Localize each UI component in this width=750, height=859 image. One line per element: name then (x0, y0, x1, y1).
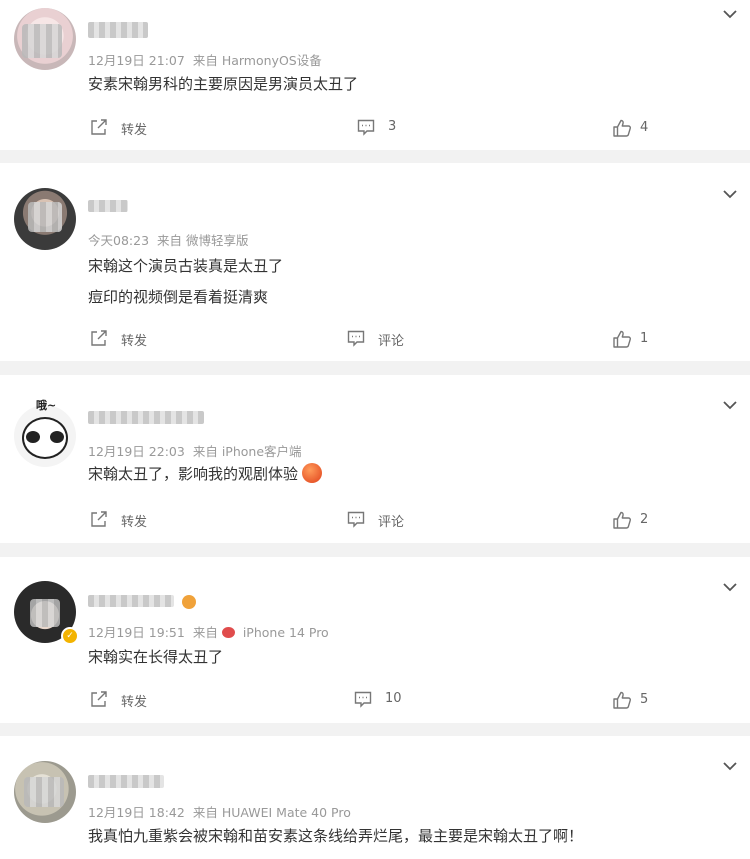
like-button[interactable]: 5 (612, 690, 662, 710)
comment-icon (347, 330, 365, 347)
comment-label: 评论 (378, 515, 405, 530)
comment-meta: 12月19日 22:03 来自 iPhone客户端 (88, 441, 310, 460)
comment-meta: 今天08:23 来自 微博轻享版 (88, 230, 257, 249)
comment-card: ✓ 12月19日 19:51 来自 iPhone 14 Pro 宋翰实在长得太丑了 … (0, 557, 750, 723)
repost-button[interactable]: 转发 (90, 690, 160, 710)
repost-label: 转发 (121, 695, 148, 710)
comment-icon (354, 691, 372, 708)
device-source[interactable]: 微博轻享版 (186, 233, 249, 248)
comment-text: 宋翰这个演员古装真是太丑了 (88, 257, 284, 275)
comment-button[interactable]: 3 (357, 118, 417, 136)
pig-icon (221, 627, 235, 638)
share-icon (91, 330, 107, 346)
comment-text: 宋翰实在长得太丑了 (88, 648, 224, 666)
repost-button[interactable]: 转发 (90, 510, 160, 530)
comment-meta: 12月19日 21:07 来自 HarmonyOS设备 (88, 50, 330, 69)
thumbs-up-icon (613, 511, 631, 529)
avatar[interactable] (14, 405, 76, 467)
username[interactable] (88, 411, 204, 424)
device-source[interactable]: HarmonyOS设备 (222, 53, 322, 68)
avatar[interactable] (14, 188, 76, 250)
comment-button[interactable]: 评论 (347, 329, 417, 349)
chevron-down-icon[interactable] (722, 758, 738, 774)
username[interactable] (88, 200, 128, 212)
username[interactable] (88, 775, 164, 788)
timestamp: 12月19日 21:07 (88, 53, 185, 68)
device-source[interactable]: HUAWEI Mate 40 Pro (222, 805, 351, 820)
repost-label: 转发 (121, 123, 148, 138)
comment-card: 12月19日 21:07 来自 HarmonyOS设备 安素宋翰男科的主要原因是男演… (0, 0, 750, 150)
comment-count: 10 (385, 691, 402, 706)
comment-text: 我真怕九重紫会被宋翰和苗安素这条线给弄烂尾，最主要是宋翰太丑了啊！ (88, 827, 584, 845)
comment-text: 痘印的视频倒是看着挺清爽 (88, 288, 269, 306)
comment-meta: 12月19日 19:51 来自 iPhone 14 Pro (88, 622, 337, 641)
username[interactable] (88, 22, 148, 38)
timestamp: 12月19日 19:51 (88, 625, 185, 640)
comment-card: 12月19日 18:42 来自 HUAWEI Mate 40 Pro 我真怕九重紫会… (0, 736, 750, 859)
device-source[interactable]: iPhone 14 Pro (243, 625, 329, 640)
like-button[interactable]: 1 (612, 329, 662, 349)
timestamp: 12月19日 18:42 (88, 805, 185, 820)
avatar-caption: 哦~ (36, 399, 57, 412)
source-prefix: 来自 (192, 805, 218, 820)
comment-card: 今天08:23 来自 微博轻享版 宋翰这个演员古装真是太丑了 痘印的视频倒是看着挺清… (0, 163, 750, 361)
like-count: 4 (640, 120, 649, 135)
source-prefix: 来自 (192, 444, 218, 459)
comment-meta: 12月19日 18:42 来自 HUAWEI Mate 40 Pro (88, 802, 359, 821)
share-icon (91, 691, 107, 707)
chevron-down-icon[interactable] (722, 397, 738, 413)
like-count: 1 (640, 331, 649, 346)
device-source[interactable]: iPhone客户端 (222, 444, 302, 459)
thumbs-up-icon (613, 691, 631, 709)
comment-button[interactable]: 10 (354, 690, 414, 708)
timestamp: 12月19日 22:03 (88, 444, 185, 459)
like-button[interactable]: 4 (612, 118, 662, 138)
chevron-down-icon[interactable] (722, 579, 738, 595)
comment-text-content: 宋翰太丑了，影响我的观剧体验 (88, 465, 299, 483)
comment-icon (357, 119, 375, 136)
repost-label: 转发 (121, 515, 148, 530)
angry-emoji-icon (302, 463, 323, 483)
source-prefix: 来自 (192, 53, 218, 68)
name-badge-icon (182, 595, 196, 609)
chevron-down-icon[interactable] (722, 186, 738, 202)
share-icon (91, 119, 107, 135)
source-prefix: 来自 (157, 233, 183, 248)
comment-button[interactable]: 评论 (347, 510, 417, 530)
avatar[interactable] (14, 8, 76, 70)
comment-card: 哦~ 12月19日 22:03 来自 iPhone客户端 宋翰太丑了，影响我的观剧体… (0, 375, 750, 543)
comment-text: 宋翰太丑了，影响我的观剧体验 (88, 463, 323, 484)
like-count: 5 (640, 692, 649, 707)
repost-button[interactable]: 转发 (90, 118, 160, 138)
avatar[interactable] (14, 761, 76, 823)
comment-feed: 12月19日 21:07 来自 HarmonyOS设备 安素宋翰男科的主要原因是男演… (0, 0, 750, 859)
like-count: 2 (640, 512, 649, 527)
verified-badge-icon: ✓ (61, 627, 79, 645)
repost-button[interactable]: 转发 (90, 329, 160, 349)
comment-icon (347, 511, 365, 528)
comment-text: 安素宋翰男科的主要原因是男演员太丑了 (88, 75, 359, 93)
share-icon (91, 511, 107, 527)
comment-count: 3 (388, 119, 397, 134)
username[interactable] (88, 595, 174, 607)
source-prefix: 来自 (192, 625, 218, 640)
thumbs-up-icon (613, 330, 631, 348)
repost-label: 转发 (121, 334, 148, 349)
thumbs-up-icon (613, 119, 631, 137)
comment-label: 评论 (378, 334, 405, 349)
chevron-down-icon[interactable] (722, 6, 738, 22)
timestamp: 今天08:23 (88, 233, 150, 248)
like-button[interactable]: 2 (612, 510, 662, 530)
